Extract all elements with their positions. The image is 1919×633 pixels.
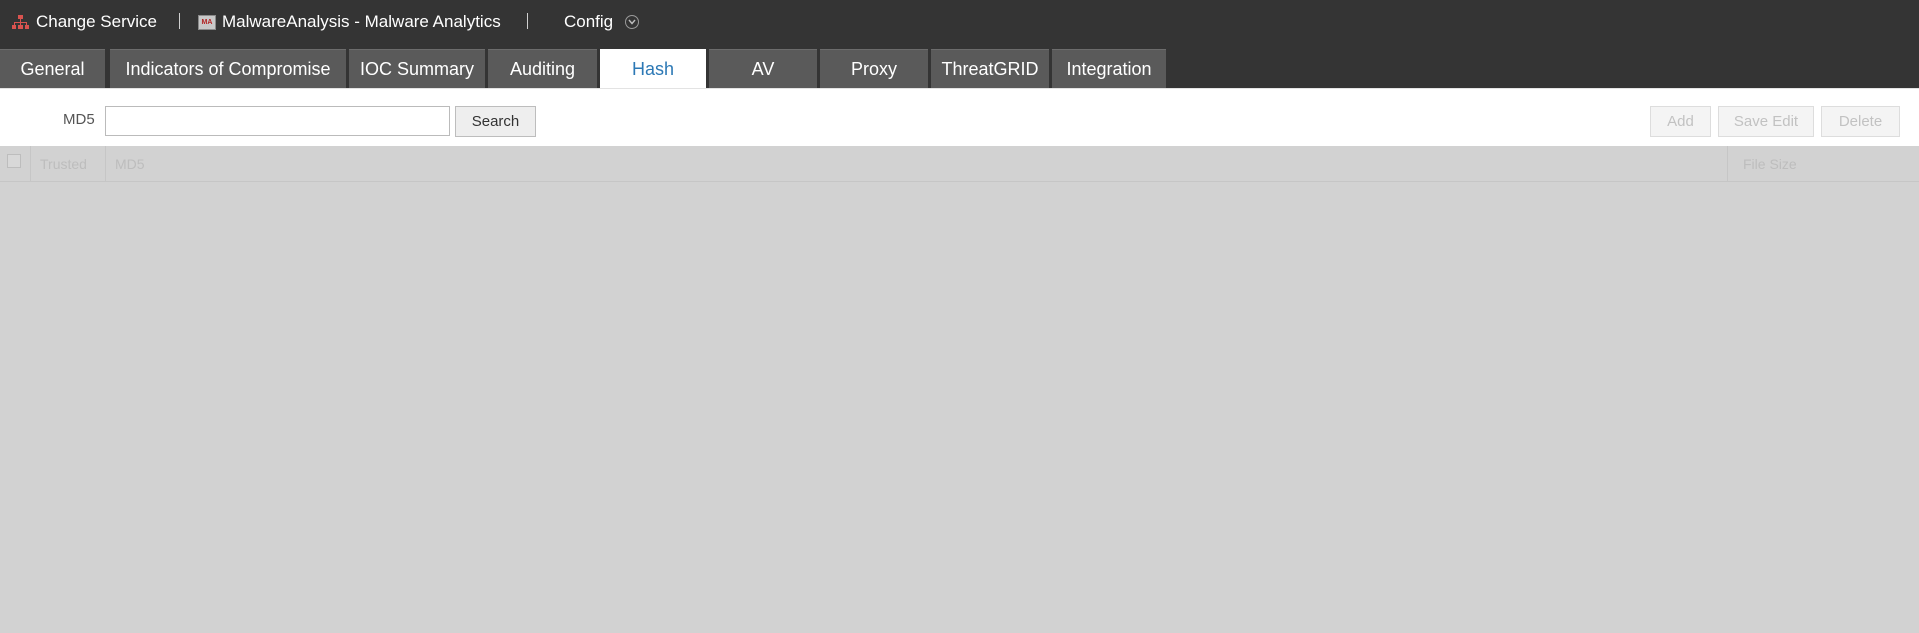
tab-general[interactable]: General — [0, 49, 105, 88]
select-all-column — [0, 146, 31, 182]
hash-grid: Trusted MD5 File Size — [0, 146, 1919, 633]
header-divider — [179, 13, 180, 29]
malware-analysis-icon: MA — [198, 14, 216, 30]
save-edit-button[interactable]: Save Edit — [1718, 106, 1814, 137]
header-divider — [527, 13, 528, 29]
service-name: MA MalwareAnalysis - Malware Analytics — [198, 0, 501, 44]
column-header-md5[interactable]: MD5 — [106, 146, 1728, 182]
tab-auditing[interactable]: Auditing — [488, 49, 597, 88]
config-label: Config — [564, 12, 614, 31]
tab-integration[interactable]: Integration — [1052, 49, 1166, 88]
tab-av[interactable]: AV — [709, 49, 817, 88]
grid-header: Trusted MD5 File Size — [0, 146, 1919, 182]
hash-toolbar: MD5 Search Add Save Edit Delete — [0, 88, 1919, 146]
tab-ioc-summary[interactable]: IOC Summary — [349, 49, 485, 88]
column-header-trusted[interactable]: Trusted — [31, 146, 106, 182]
delete-button[interactable]: Delete — [1821, 106, 1900, 137]
network-icon — [12, 14, 29, 31]
tab-strip: General Indicators of Compromise IOC Sum… — [0, 49, 1919, 89]
md5-label: MD5 — [63, 111, 95, 128]
select-all-checkbox[interactable] — [7, 154, 21, 168]
add-button[interactable]: Add — [1650, 106, 1711, 137]
service-name-label: MalwareAnalysis - Malware Analytics — [222, 12, 501, 31]
search-button[interactable]: Search — [455, 106, 536, 137]
top-header-bar: Change Service MA MalwareAnalysis - Malw… — [0, 0, 1919, 49]
chevron-down-icon — [625, 15, 640, 29]
config-dropdown[interactable]: Config — [564, 0, 640, 44]
tab-indicators-of-compromise[interactable]: Indicators of Compromise — [110, 49, 346, 88]
tab-proxy[interactable]: Proxy — [820, 49, 928, 88]
tab-threatgrid[interactable]: ThreatGRID — [931, 49, 1049, 88]
change-service-button[interactable]: Change Service — [12, 0, 157, 44]
tab-hash[interactable]: Hash — [600, 49, 706, 89]
column-header-file-size[interactable]: File Size — [1728, 146, 1919, 182]
change-service-label: Change Service — [36, 12, 157, 31]
md5-search-input[interactable] — [105, 106, 450, 136]
